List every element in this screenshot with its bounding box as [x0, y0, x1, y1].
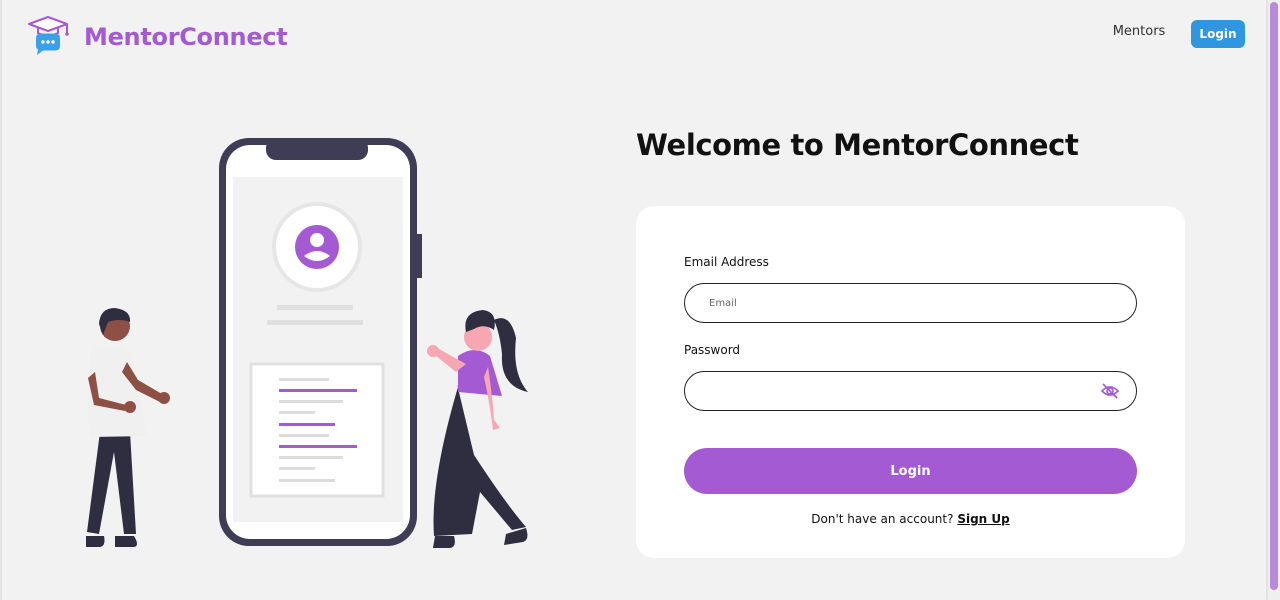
graduation-cap-icon	[26, 14, 72, 60]
email-input[interactable]	[709, 284, 1089, 322]
signup-link[interactable]: Sign Up	[957, 512, 1009, 526]
login-card: Email Address Password Login Don't have …	[636, 206, 1185, 558]
brand-name: MentorConnect	[84, 23, 288, 51]
email-label: Email Address	[684, 255, 769, 269]
signup-prompt-line: Don't have an account? Sign Up	[636, 512, 1185, 526]
page-edge	[0, 0, 2, 600]
hero-illustration	[70, 122, 540, 558]
password-field-wrapper[interactable]	[684, 371, 1137, 411]
brand-logo[interactable]: MentorConnect	[26, 14, 288, 60]
signup-prompt: Don't have an account?	[811, 512, 954, 526]
phone-illustration	[219, 138, 422, 546]
nav-link-mentors[interactable]: Mentors	[1104, 24, 1174, 39]
page-title: Welcome to MentorConnect	[636, 128, 1079, 162]
scrollbar-thumb[interactable]	[1270, 2, 1278, 590]
login-submit-button[interactable]: Login	[684, 448, 1137, 494]
eye-slash-icon[interactable]	[1100, 382, 1120, 400]
man-figure	[86, 308, 170, 547]
password-label: Password	[684, 343, 741, 357]
woman-figure	[427, 310, 528, 548]
email-field-wrapper[interactable]	[684, 283, 1137, 323]
nav-login-button[interactable]: Login	[1191, 20, 1245, 48]
password-input[interactable]	[709, 372, 1089, 410]
